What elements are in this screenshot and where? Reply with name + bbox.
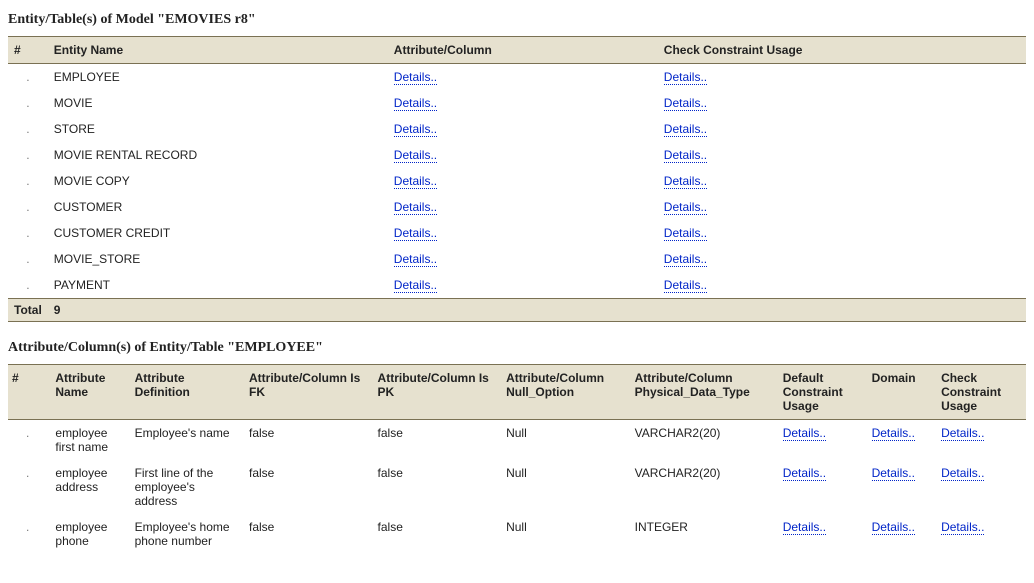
table-row: .MOVIE COPY Details.. Details..	[8, 168, 1026, 194]
row-bullet: .	[8, 420, 51, 461]
details-link-default[interactable]: Details..	[783, 520, 826, 535]
details-link-check[interactable]: Details..	[664, 148, 707, 163]
col-attr-def: Attribute Definition	[131, 365, 245, 420]
table-row: .MOVIE Details.. Details..	[8, 90, 1026, 116]
row-bullet: .	[8, 64, 48, 91]
row-bullet: .	[8, 460, 51, 514]
entity-name: PAYMENT	[48, 272, 388, 299]
entity-name: STORE	[48, 116, 388, 142]
details-link-domain[interactable]: Details..	[872, 520, 915, 535]
col-null-option: Attribute/Column Null_Option	[502, 365, 631, 420]
details-link-attr[interactable]: Details..	[394, 252, 437, 267]
attribute-table: # Attribute Name Attribute Definition At…	[8, 364, 1026, 554]
row-bullet: .	[8, 116, 48, 142]
entity-name: MOVIE	[48, 90, 388, 116]
section1-title: Entity/Table(s) of Model "EMOVIES r8"	[8, 12, 1026, 28]
table-row: .employee phoneEmployee's home phone num…	[8, 514, 1026, 554]
attr-type: VARCHAR2(20)	[631, 460, 779, 514]
attr-type: INTEGER	[631, 514, 779, 554]
col-default-constraint: Default Constraint Usage	[779, 365, 868, 420]
attr-name: employee first name	[51, 420, 130, 461]
details-link-attr[interactable]: Details..	[394, 122, 437, 137]
attr-pk: false	[374, 420, 503, 461]
table-row: .employee first nameEmployee's namefalse…	[8, 420, 1026, 461]
attr-def: Employee's home phone number	[131, 514, 245, 554]
details-link-check[interactable]: Details..	[664, 122, 707, 137]
details-link-check[interactable]: Details..	[941, 466, 984, 481]
details-link-domain[interactable]: Details..	[872, 426, 915, 441]
entity-name: CUSTOMER	[48, 194, 388, 220]
row-bullet: .	[8, 220, 48, 246]
details-link-check[interactable]: Details..	[664, 278, 707, 293]
col-num: #	[8, 37, 48, 64]
entity-name: MOVIE_STORE	[48, 246, 388, 272]
details-link-attr[interactable]: Details..	[394, 200, 437, 215]
table-row: .employee addressFirst line of the emplo…	[8, 460, 1026, 514]
details-link-attr[interactable]: Details..	[394, 226, 437, 241]
details-link-check[interactable]: Details..	[664, 226, 707, 241]
attr-null: Null	[502, 420, 631, 461]
attr-name: employee phone	[51, 514, 130, 554]
total-value: 9	[48, 299, 388, 322]
row-bullet: .	[8, 90, 48, 116]
col-domain: Domain	[868, 365, 937, 420]
attr-pk: false	[374, 460, 503, 514]
table-row: .CUSTOMER Details.. Details..	[8, 194, 1026, 220]
entity-name: MOVIE RENTAL RECORD	[48, 142, 388, 168]
details-link-check[interactable]: Details..	[664, 200, 707, 215]
table-row: .MOVIE_STORE Details.. Details..	[8, 246, 1026, 272]
details-link-check[interactable]: Details..	[941, 426, 984, 441]
details-link-check[interactable]: Details..	[664, 70, 707, 85]
entity-table: # Entity Name Attribute/Column Check Con…	[8, 36, 1026, 322]
attr-null: Null	[502, 460, 631, 514]
row-bullet: .	[8, 194, 48, 220]
col-attribute-column: Attribute/Column	[388, 37, 658, 64]
details-link-check[interactable]: Details..	[664, 174, 707, 189]
attr-fk: false	[245, 460, 374, 514]
attr-def: Employee's name	[131, 420, 245, 461]
details-link-attr[interactable]: Details..	[394, 96, 437, 111]
details-link-default[interactable]: Details..	[783, 426, 826, 441]
table-row: .EMPLOYEE Details.. Details..	[8, 64, 1026, 91]
details-link-attr[interactable]: Details..	[394, 70, 437, 85]
details-link-check[interactable]: Details..	[664, 252, 707, 267]
table-row: .MOVIE RENTAL RECORD Details.. Details..	[8, 142, 1026, 168]
row-bullet: .	[8, 246, 48, 272]
entity-name: CUSTOMER CREDIT	[48, 220, 388, 246]
col-attr-name: Attribute Name	[51, 365, 130, 420]
col-entity-name: Entity Name	[48, 37, 388, 64]
row-bullet: .	[8, 168, 48, 194]
attr-fk: false	[245, 420, 374, 461]
col-is-pk: Attribute/Column Is PK	[374, 365, 503, 420]
attr-null: Null	[502, 514, 631, 554]
table-row: .PAYMENT Details.. Details..	[8, 272, 1026, 299]
col-data-type: Attribute/Column Physical_Data_Type	[631, 365, 779, 420]
entity-name: EMPLOYEE	[48, 64, 388, 91]
col-is-fk: Attribute/Column Is FK	[245, 365, 374, 420]
section2-title: Attribute/Column(s) of Entity/Table "EMP…	[8, 340, 1026, 356]
attr-type: VARCHAR2(20)	[631, 420, 779, 461]
details-link-attr[interactable]: Details..	[394, 174, 437, 189]
row-bullet: .	[8, 514, 51, 554]
total-label: Total	[8, 299, 48, 322]
attr-name: employee address	[51, 460, 130, 514]
col-num: #	[8, 365, 51, 420]
row-bullet: .	[8, 272, 48, 299]
attr-def: First line of the employee's address	[131, 460, 245, 514]
table-row: .CUSTOMER CREDIT Details.. Details..	[8, 220, 1026, 246]
col-check-constraint: Check Constraint Usage	[658, 37, 1026, 64]
col-check-constraint: Check Constraint Usage	[937, 365, 1026, 420]
details-link-default[interactable]: Details..	[783, 466, 826, 481]
attr-fk: false	[245, 514, 374, 554]
details-link-attr[interactable]: Details..	[394, 278, 437, 293]
details-link-check[interactable]: Details..	[941, 520, 984, 535]
row-bullet: .	[8, 142, 48, 168]
details-link-attr[interactable]: Details..	[394, 148, 437, 163]
attr-pk: false	[374, 514, 503, 554]
table-row: .STORE Details.. Details..	[8, 116, 1026, 142]
entity-name: MOVIE COPY	[48, 168, 388, 194]
details-link-domain[interactable]: Details..	[872, 466, 915, 481]
details-link-check[interactable]: Details..	[664, 96, 707, 111]
